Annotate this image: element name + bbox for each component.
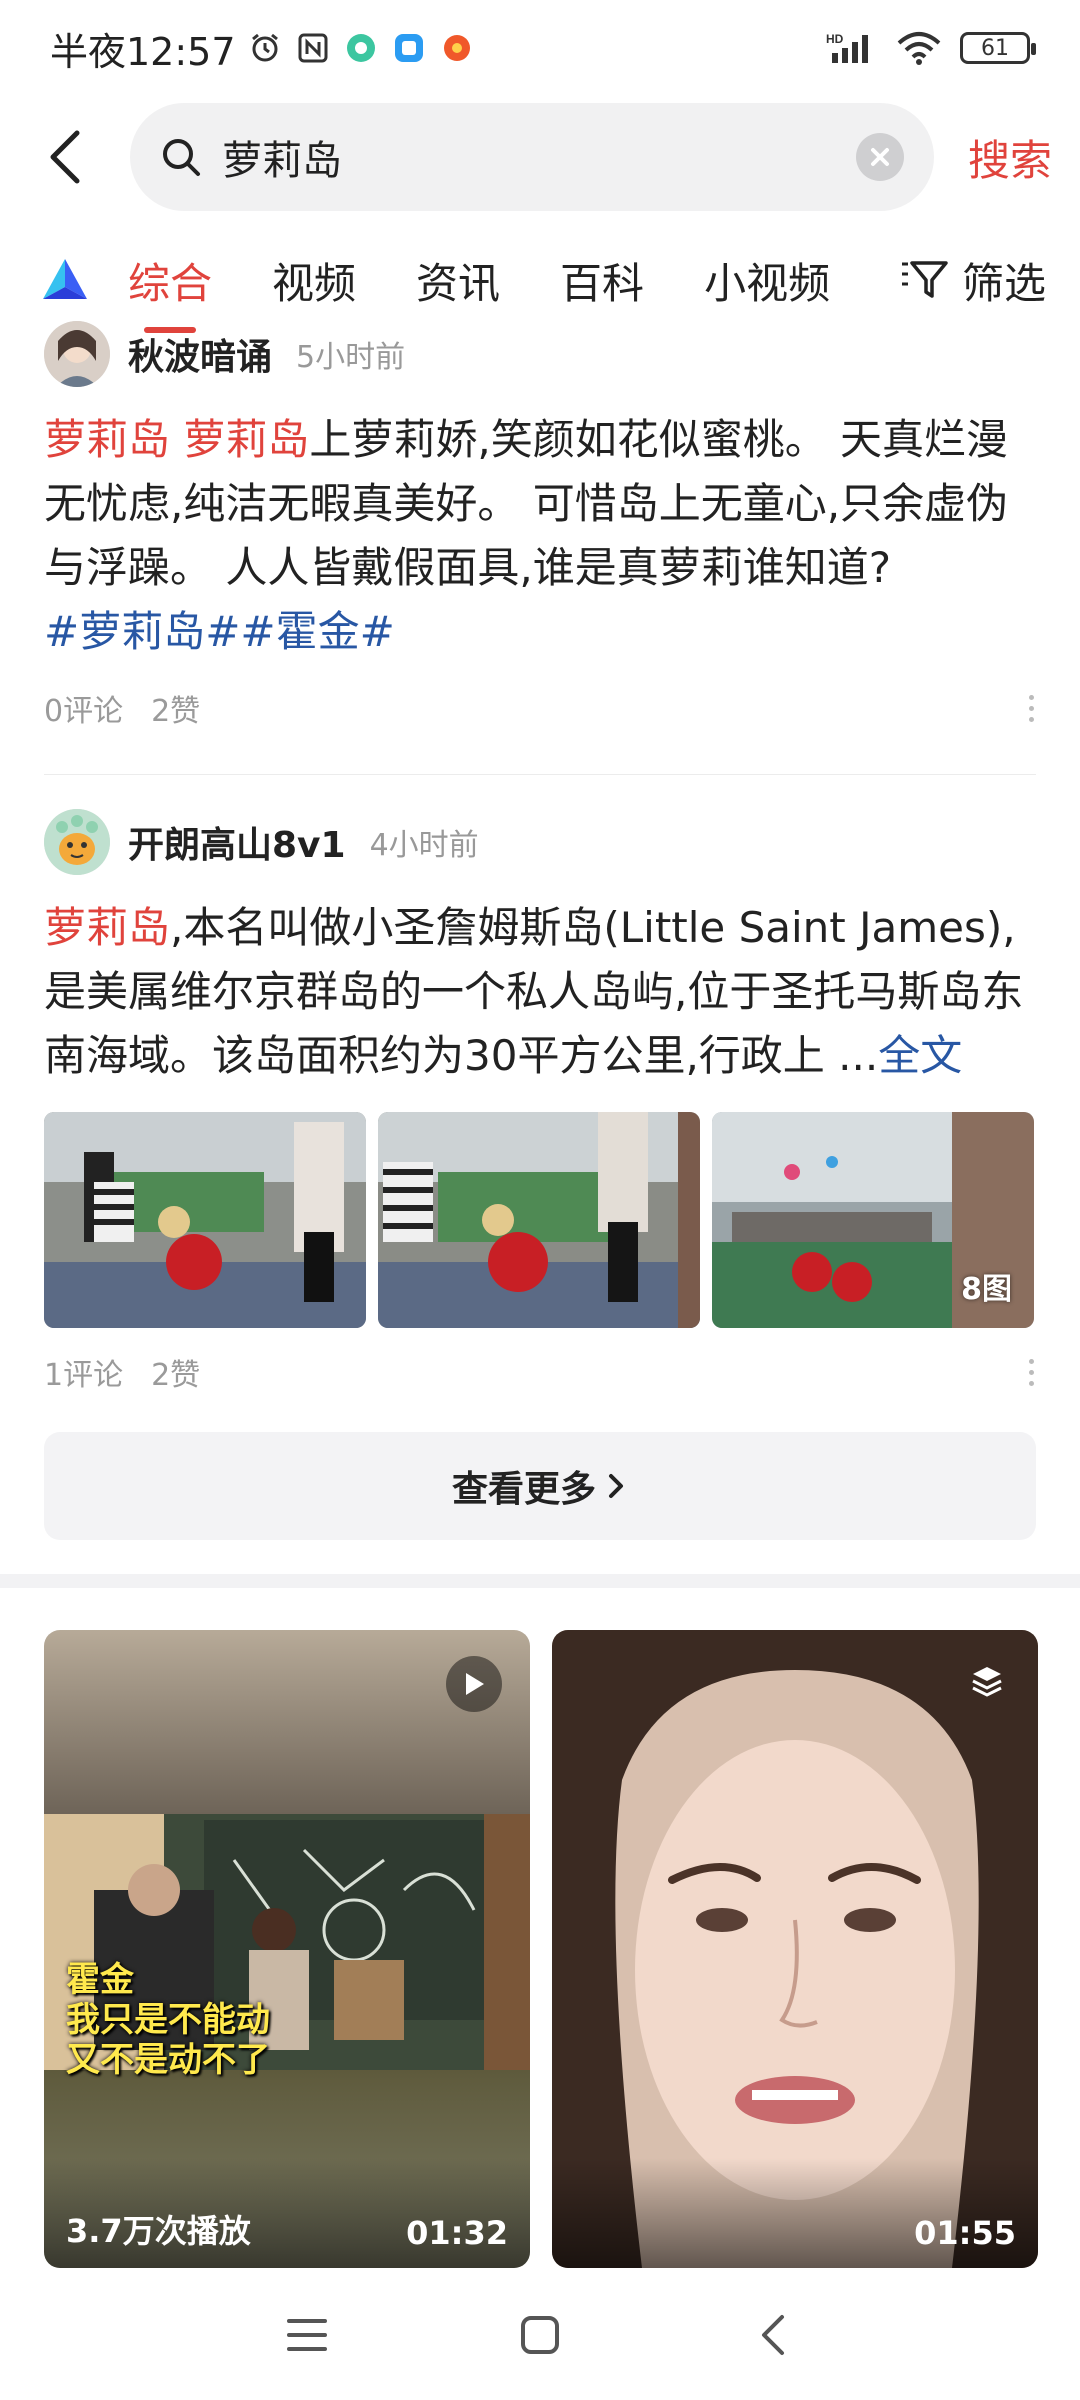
keyword-highlight: 萝莉岛	[44, 903, 171, 952]
status-notification-icons	[248, 31, 474, 65]
post-meta: 0评论 2赞	[44, 686, 1036, 730]
result-tabs: 综合 视频 资讯 百科 小视频 筛选	[0, 240, 1080, 320]
post-image[interactable]	[44, 1112, 366, 1328]
gallery-layers-icon	[962, 1656, 1012, 1706]
alarm-icon	[248, 31, 282, 65]
post-image[interactable]	[378, 1112, 700, 1328]
play-count: 3.7万次播放	[66, 2212, 251, 2250]
video-card[interactable]: 霍金 我只是不能动 又不是动不了 3.7万次播放 01:32	[44, 1630, 530, 2268]
post-time: 4小时前	[369, 828, 479, 863]
menu-icon	[286, 2319, 327, 2351]
nfc-icon	[296, 31, 330, 65]
search-input[interactable]: 萝莉岛	[130, 103, 934, 211]
back-chevron-icon	[762, 2315, 785, 2355]
video-duration: 01:32	[406, 2214, 508, 2252]
svg-text:HD: HD	[826, 32, 844, 46]
status-time: 半夜12:57	[50, 29, 236, 74]
filter-icon	[901, 261, 948, 298]
hashtags[interactable]: #萝莉岛##霍金#	[44, 607, 395, 656]
home-button[interactable]	[505, 2300, 575, 2370]
recents-button[interactable]	[272, 2300, 342, 2370]
post-text[interactable]: 萝莉岛,本名叫做小圣詹姆斯岛(Little Saint James),是美属维尔…	[44, 896, 1036, 1088]
caption-line: 又不是动不了	[66, 2040, 270, 2080]
home-square-icon	[520, 2316, 559, 2354]
search-button[interactable]: 搜索	[968, 127, 1052, 188]
see-more-label: 查看更多	[451, 1469, 596, 1510]
post-header: 开朗高山8v1 4小时前	[44, 806, 1036, 878]
keyword-highlight: 萝莉岛 萝莉岛	[44, 415, 310, 464]
divider	[44, 774, 1036, 775]
image-count-badge: 8图	[961, 1272, 1012, 1307]
caption-line: 霍金	[66, 1960, 134, 2000]
app-notification-icon-blue	[392, 31, 426, 65]
tab-video[interactable]: 视频	[272, 250, 356, 311]
post-meta: 1评论 2赞	[44, 1350, 1036, 1394]
post-image[interactable]: 8图	[712, 1112, 1034, 1328]
like-count[interactable]: 2赞	[151, 686, 200, 730]
read-full-link[interactable]: 全文	[878, 1031, 962, 1080]
search-icon	[163, 139, 200, 176]
video-caption: 霍金 我只是不能动 又不是动不了	[66, 1960, 270, 2080]
author-name[interactable]: 秋波暗诵	[128, 328, 272, 380]
video-duration: 01:55	[914, 2214, 1016, 2252]
search-query[interactable]: 萝莉岛	[222, 128, 856, 186]
tab-news[interactable]: 资讯	[416, 250, 500, 311]
back-button[interactable]	[30, 122, 100, 192]
tab-short-video[interactable]: 小视频	[704, 250, 830, 311]
play-icon	[446, 1656, 502, 1712]
post-text[interactable]: 萝莉岛 萝莉岛上萝莉娇,笑颜如花似蜜桃。 天真烂漫无忧虑,纯洁无暇真美好。 可惜…	[44, 408, 1036, 664]
tab-encyclopedia[interactable]: 百科	[560, 250, 644, 311]
post-body-text: ,本名叫做小圣詹姆斯岛(Little Saint James),是美属维尔京群岛…	[44, 903, 1024, 1080]
filter-label: 筛选	[961, 258, 1046, 308]
brand-logo-icon	[40, 257, 90, 303]
search-header: 萝莉岛 搜索	[0, 102, 1080, 212]
app-notification-icon-orange	[440, 31, 474, 65]
avatar[interactable]	[44, 809, 110, 875]
clear-search-button[interactable]	[856, 133, 904, 181]
system-nav-bar	[0, 2270, 1080, 2400]
close-icon	[871, 148, 889, 166]
post-images: 8图	[44, 1112, 1036, 1328]
post-card[interactable]: 秋波暗诵 5小时前 萝莉岛 萝莉岛上萝莉娇,笑颜如花似蜜桃。 天真烂漫无忧虑,纯…	[44, 318, 1036, 730]
like-count[interactable]: 2赞	[151, 1350, 200, 1394]
back-arrow-icon	[50, 130, 80, 184]
section-divider	[0, 1574, 1080, 1588]
filter-button[interactable]: 筛选	[900, 250, 1046, 311]
chevron-right-icon	[609, 1474, 623, 1498]
more-options-icon[interactable]	[1026, 1358, 1036, 1386]
more-options-icon[interactable]	[1026, 694, 1036, 722]
post-time: 5小时前	[296, 340, 406, 375]
app-notification-icon-green	[344, 31, 378, 65]
author-name[interactable]: 开朗高山8v1	[128, 816, 346, 868]
post-card[interactable]: 开朗高山8v1 4小时前 萝莉岛,本名叫做小圣詹姆斯岛(Little Saint…	[44, 806, 1036, 1394]
see-more-button[interactable]: 查看更多	[44, 1432, 1036, 1540]
battery-indicator: 61	[960, 32, 1036, 64]
system-back-button[interactable]	[738, 2300, 808, 2370]
post-header: 秋波暗诵 5小时前	[44, 318, 1036, 390]
status-bar: 半夜12:57 HD 61	[0, 0, 1080, 96]
avatar[interactable]	[44, 321, 110, 387]
video-card[interactable]: 01:55	[552, 1630, 1038, 2268]
status-right: HD 61	[826, 31, 1036, 65]
comment-count[interactable]: 1评论	[44, 1350, 123, 1394]
caption-line: 我只是不能动	[66, 2000, 270, 2040]
tab-all[interactable]: 综合	[128, 250, 212, 311]
comment-count[interactable]: 0评论	[44, 686, 123, 730]
wifi-icon	[896, 31, 942, 65]
signal-icon: HD	[826, 31, 878, 65]
